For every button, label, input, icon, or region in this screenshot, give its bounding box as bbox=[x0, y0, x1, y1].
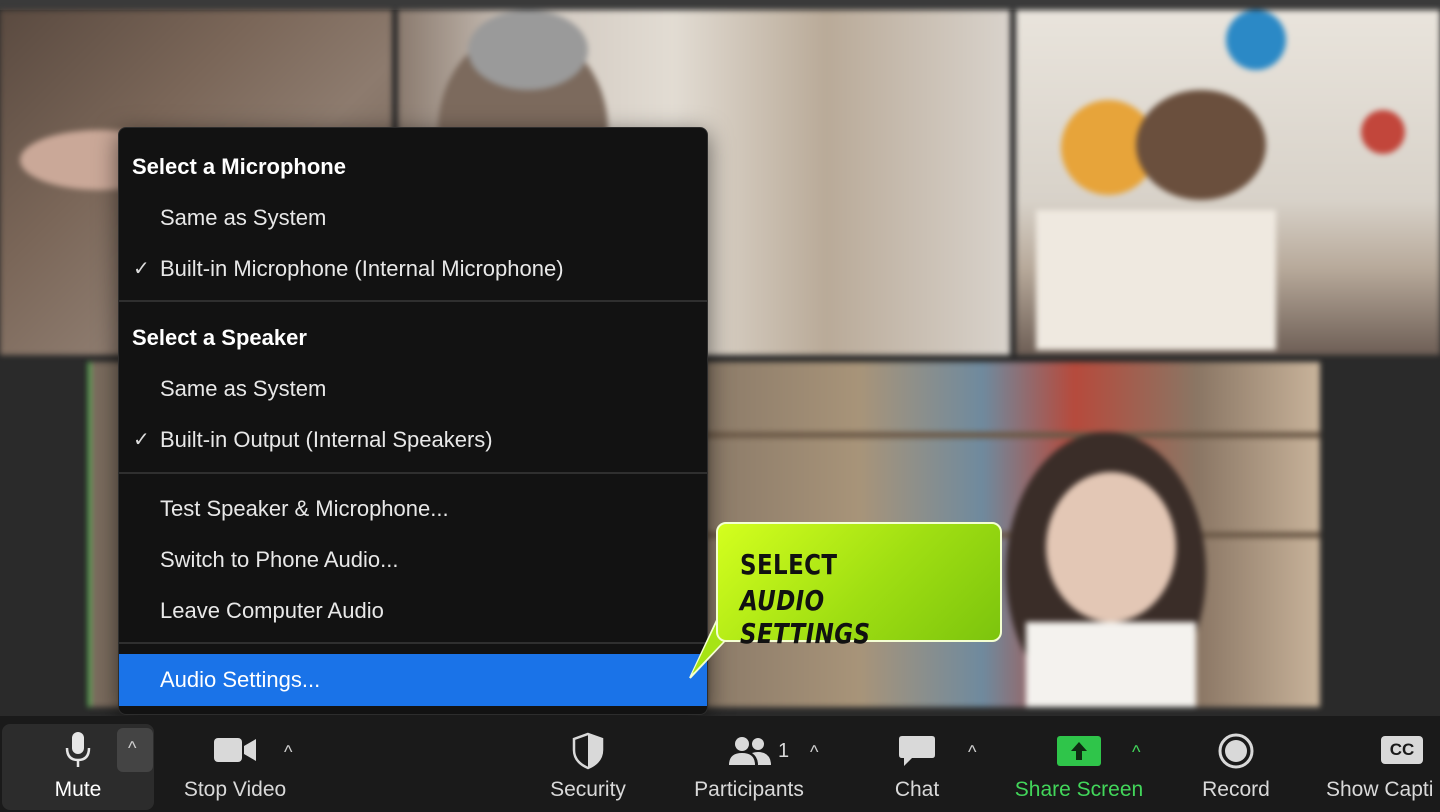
chat-label: Chat bbox=[894, 778, 940, 801]
audio-options-menu: Select a Microphone Same as System ✓ Bui… bbox=[118, 127, 708, 715]
menu-item-label: Built-in Microphone (Internal Microphone… bbox=[160, 256, 564, 281]
checkmark-icon: ✓ bbox=[133, 429, 150, 451]
participant-count: 1 bbox=[778, 740, 790, 762]
callout-line2: AUDIO SETTINGS bbox=[740, 584, 871, 650]
show-captions-button[interactable]: CC Show Capti bbox=[1318, 716, 1440, 812]
instruction-callout: SELECT AUDIO SETTINGS bbox=[716, 522, 1002, 650]
chevron-up-icon: ^ bbox=[128, 738, 137, 758]
microphone-icon bbox=[65, 732, 91, 767]
speaker-section-heading: Select a Speaker bbox=[132, 325, 307, 350]
share-screen-button[interactable]: Share Screen bbox=[1006, 716, 1152, 812]
chat-bubble-icon bbox=[899, 736, 935, 766]
checkmark-icon: ✓ bbox=[133, 258, 150, 280]
mute-control: Mute ^ bbox=[0, 716, 160, 812]
mute-label: Mute bbox=[54, 778, 102, 801]
share-screen-label: Share Screen bbox=[1014, 778, 1144, 801]
menu-divider bbox=[119, 642, 707, 644]
test-speaker-microphone-item[interactable]: Test Speaker & Microphone... bbox=[119, 488, 707, 530]
menu-item-label: Same as System bbox=[160, 376, 327, 401]
menu-divider bbox=[119, 300, 707, 302]
video-options-caret[interactable]: ^ bbox=[284, 742, 292, 763]
chat-button[interactable]: Chat bbox=[872, 716, 962, 812]
participants-button[interactable]: 1 Participants bbox=[684, 716, 814, 812]
callout-line1: SELECT bbox=[740, 548, 838, 581]
participants-label: Participants bbox=[694, 778, 804, 801]
microphone-section-heading: Select a Microphone bbox=[132, 154, 346, 179]
show-captions-label: Show Capti bbox=[1326, 778, 1434, 801]
participant-video-tile[interactable] bbox=[1016, 10, 1440, 355]
video-camera-icon bbox=[214, 738, 256, 762]
meeting-toolbar: Mute ^ Stop Video ^ Security 1 Participa… bbox=[0, 716, 1440, 812]
leave-computer-audio-item[interactable]: Leave Computer Audio bbox=[119, 590, 707, 632]
share-options-caret[interactable]: ^ bbox=[1132, 742, 1140, 763]
audio-options-caret-button[interactable]: ^ bbox=[117, 728, 153, 772]
menu-item-label: Same as System bbox=[160, 205, 327, 230]
microphone-option-built-in[interactable]: ✓ Built-in Microphone (Internal Micropho… bbox=[119, 248, 707, 290]
share-arrow-icon bbox=[1057, 736, 1101, 766]
record-button[interactable]: Record bbox=[1190, 716, 1282, 812]
people-icon bbox=[729, 737, 771, 765]
microphone-option-same-as-system[interactable]: Same as System bbox=[119, 197, 707, 239]
switch-to-phone-audio-item[interactable]: Switch to Phone Audio... bbox=[119, 539, 707, 581]
stop-video-button[interactable]: Stop Video bbox=[170, 716, 300, 812]
security-label: Security bbox=[550, 778, 626, 801]
speaker-option-same-as-system[interactable]: Same as System bbox=[119, 368, 707, 410]
stop-video-label: Stop Video bbox=[183, 778, 287, 801]
menu-item-label: Built-in Output (Internal Speakers) bbox=[160, 427, 493, 452]
menu-divider bbox=[119, 472, 707, 474]
chat-options-caret[interactable]: ^ bbox=[968, 742, 976, 763]
security-button[interactable]: Security bbox=[538, 716, 638, 812]
shield-icon bbox=[572, 732, 604, 770]
cc-icon: CC bbox=[1381, 736, 1423, 764]
speaker-option-built-in[interactable]: ✓ Built-in Output (Internal Speakers) bbox=[119, 419, 707, 461]
audio-settings-item[interactable]: Audio Settings... bbox=[119, 654, 707, 706]
record-icon bbox=[1218, 733, 1254, 769]
record-label: Record bbox=[1202, 778, 1270, 801]
window-top-strip bbox=[0, 0, 1440, 10]
participants-options-caret[interactable]: ^ bbox=[810, 742, 818, 763]
